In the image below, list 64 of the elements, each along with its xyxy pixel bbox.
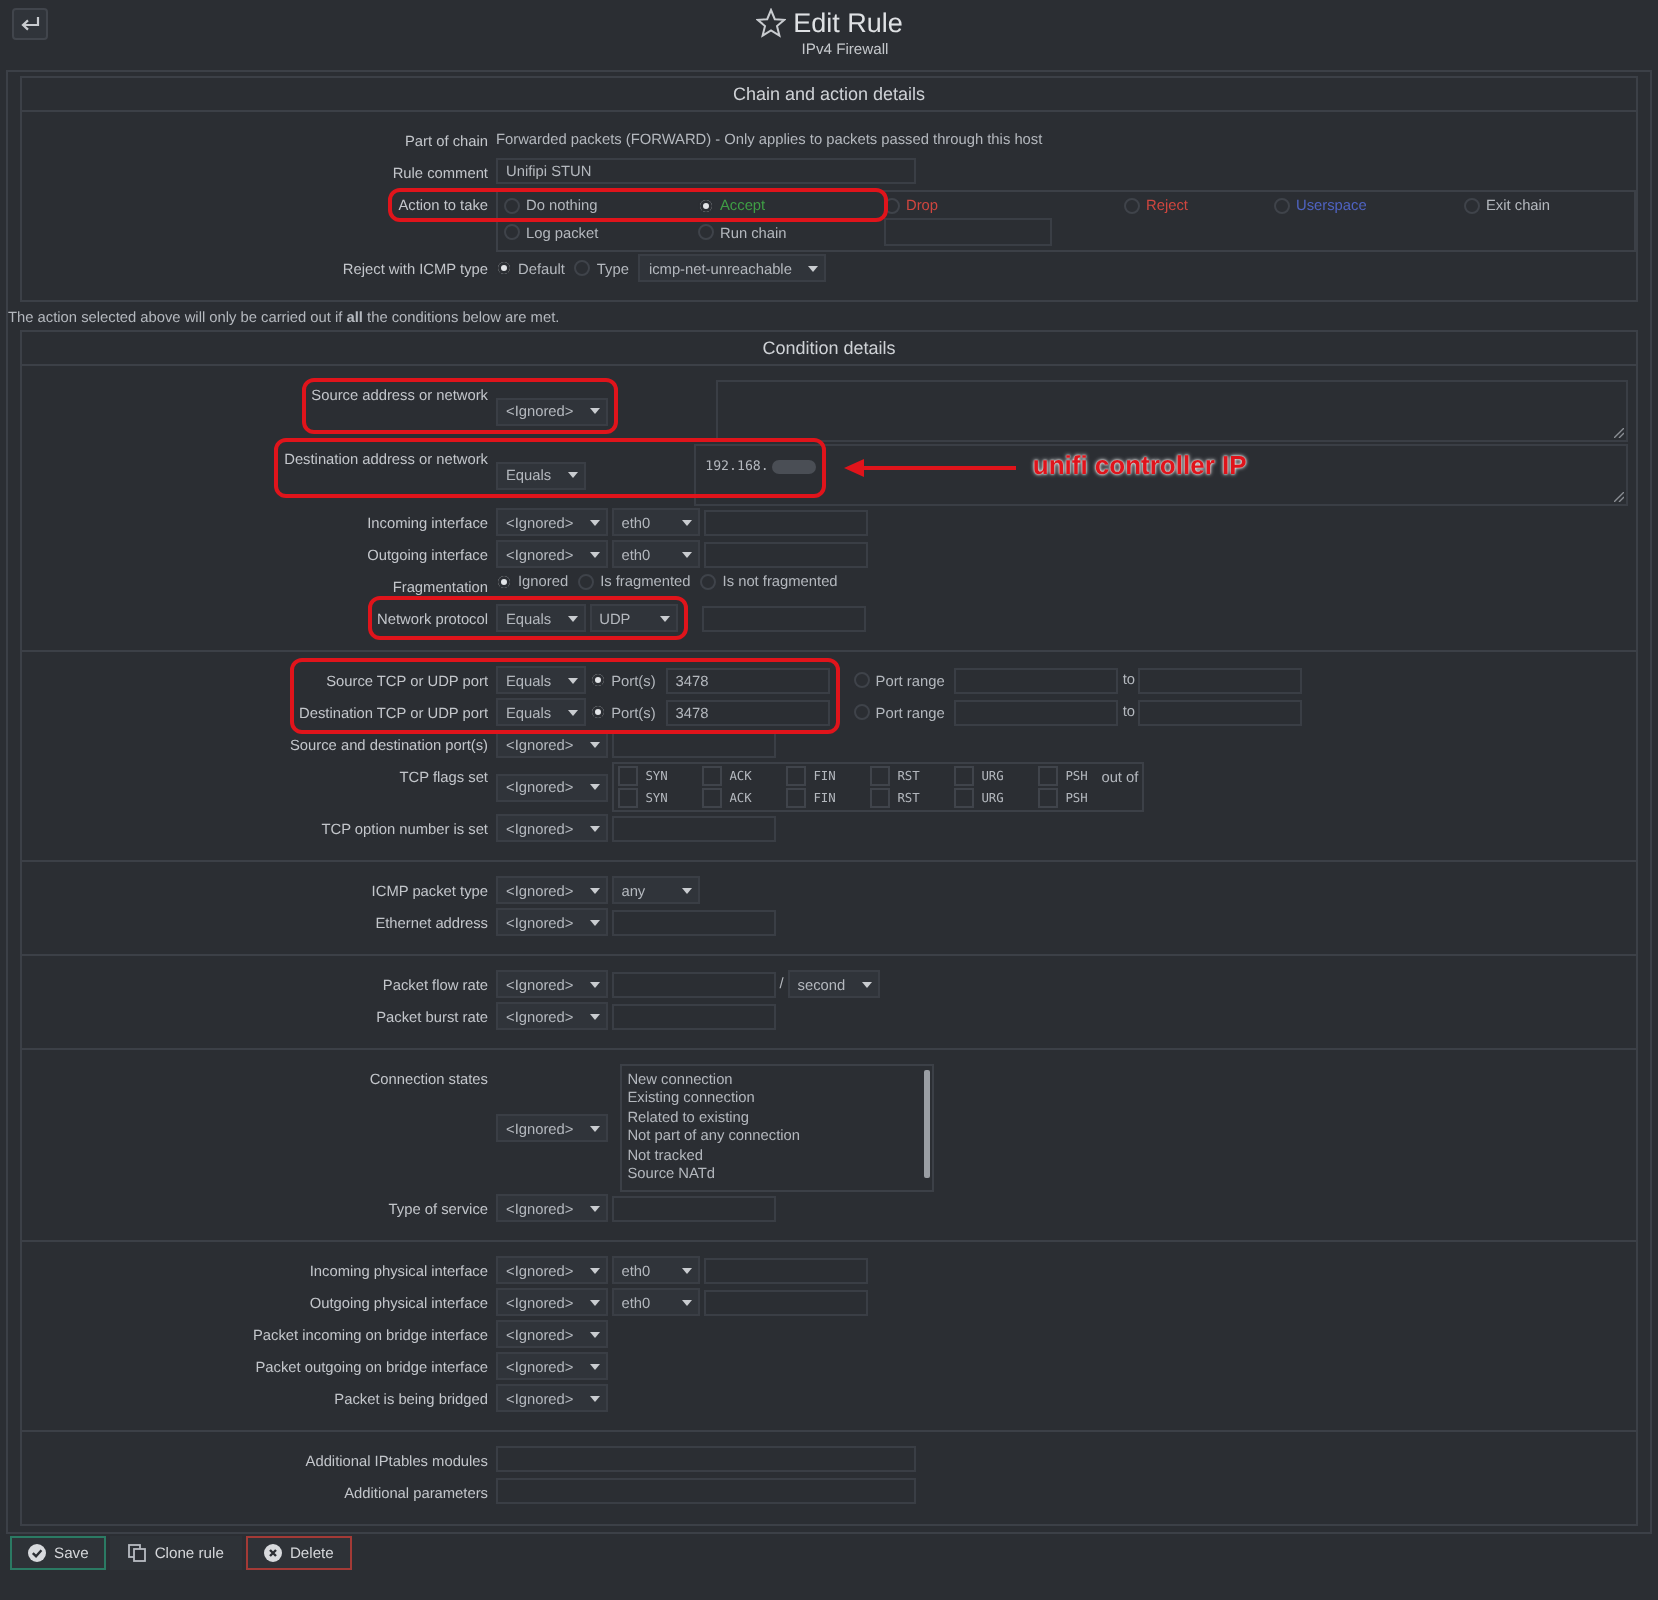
caret-icon	[567, 709, 578, 715]
caret-icon	[681, 551, 692, 557]
caret-icon	[681, 519, 692, 525]
resize-handle-icon	[1614, 492, 1624, 502]
checkbox[interactable]	[1037, 788, 1058, 808]
page-title: Edit Rule	[793, 8, 903, 38]
text-area[interactable]	[715, 380, 1628, 442]
caret-icon	[589, 1013, 600, 1019]
return-arrow-icon	[20, 16, 40, 32]
caret-icon	[589, 1363, 600, 1369]
caret-icon	[589, 1395, 600, 1401]
input-field[interactable]	[884, 218, 1052, 246]
checkbox[interactable]	[617, 766, 638, 786]
checkbox[interactable]	[785, 788, 806, 808]
radio-button[interactable]	[589, 672, 606, 688]
caret-icon	[589, 1331, 600, 1337]
caret-icon	[807, 265, 818, 271]
caret-icon	[589, 887, 600, 893]
checkbox[interactable]	[785, 766, 806, 786]
annotation-text: unifi controller IP	[1032, 449, 1247, 480]
caret-icon	[567, 677, 578, 683]
caret-icon	[681, 1299, 692, 1305]
x-circle-icon	[263, 1544, 282, 1562]
caret-icon	[567, 615, 578, 621]
radio-button[interactable]	[698, 197, 714, 213]
checkbox[interactable]	[617, 788, 638, 808]
radio-button[interactable]	[496, 573, 512, 589]
star-icon	[755, 8, 786, 38]
caret-icon	[589, 408, 600, 414]
resize-handle-icon	[1614, 428, 1624, 438]
scrollbar[interactable]	[923, 1070, 930, 1178]
caret-icon	[589, 519, 600, 525]
caret-icon	[659, 615, 670, 621]
checkbox[interactable]	[953, 766, 974, 786]
caret-icon	[681, 887, 692, 893]
caret-icon	[589, 825, 600, 831]
caret-icon	[589, 981, 600, 987]
caret-icon	[589, 1267, 600, 1273]
caret-icon	[589, 1125, 600, 1131]
caret-icon	[589, 741, 600, 747]
checkbox[interactable]	[869, 766, 890, 786]
caret-icon	[681, 1267, 692, 1273]
checkbox[interactable]	[701, 766, 722, 786]
checkbox[interactable]	[1037, 766, 1058, 786]
caret-icon	[589, 1205, 600, 1211]
caret-icon	[589, 919, 600, 925]
radio-button[interactable]	[698, 224, 714, 240]
caret-icon	[861, 981, 872, 987]
copy-icon	[128, 1544, 147, 1562]
check-circle-icon	[28, 1544, 46, 1562]
radio-button[interactable]	[504, 224, 520, 240]
checkbox[interactable]	[869, 788, 890, 808]
section-title: Condition details	[22, 332, 1636, 366]
caret-icon	[589, 784, 600, 790]
checkbox[interactable]	[953, 788, 974, 808]
caret-icon	[589, 1299, 600, 1305]
radio-button[interactable]	[589, 704, 606, 720]
checkbox[interactable]	[701, 788, 722, 808]
radio-button[interactable]	[496, 260, 512, 276]
radio-button[interactable]	[884, 197, 900, 213]
back-button[interactable]	[12, 8, 48, 40]
caret-icon	[589, 551, 600, 557]
section-title: Chain and action details	[22, 78, 1636, 112]
caret-icon	[567, 472, 578, 478]
